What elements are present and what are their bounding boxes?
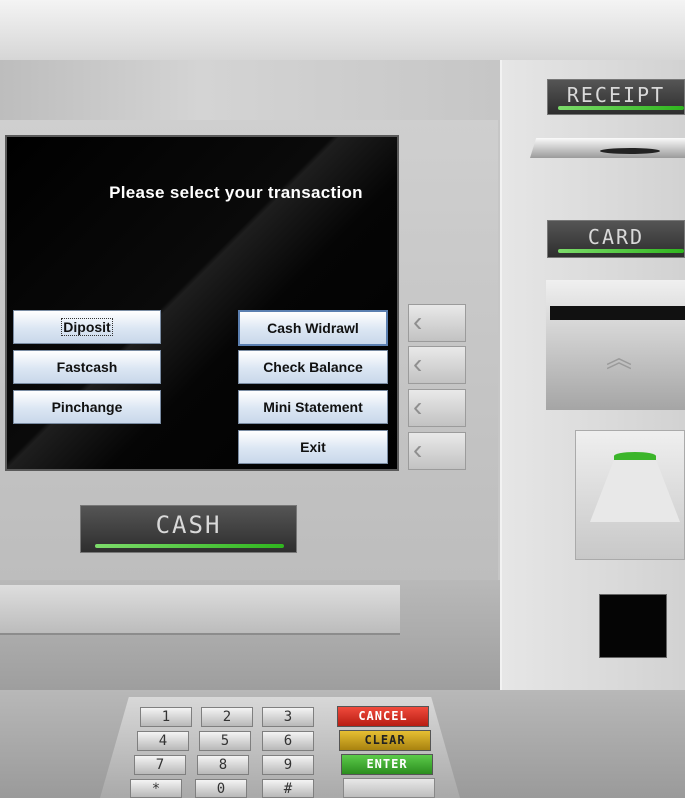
side-key-3[interactable]: ‹ <box>408 389 466 427</box>
key-3[interactable]: 3 <box>262 707 314 727</box>
cash-withdrawal-button[interactable]: Cash Widrawl <box>238 310 388 346</box>
cash-dispenser-plate: CASH <box>80 505 297 553</box>
receipt-plate: RECEIPT <box>547 79 685 115</box>
side-key-2[interactable]: ‹ <box>408 346 466 384</box>
chevron-left-icon: ‹ <box>413 391 423 422</box>
pinchange-button[interactable]: Pinchange <box>13 390 161 424</box>
key-9[interactable]: 9 <box>262 755 314 775</box>
chevron-left-icon: ‹ <box>413 434 423 465</box>
check-balance-button[interactable]: Check Balance <box>238 350 388 384</box>
chevron-up-icon: ︽ <box>606 343 633 373</box>
cash-led <box>95 544 284 548</box>
key-0[interactable]: 0 <box>195 779 247 798</box>
enter-key[interactable]: ENTER <box>341 754 433 775</box>
side-key-1[interactable]: ‹ <box>408 304 466 342</box>
deposit-button[interactable]: Diposit <box>13 310 161 344</box>
card-slot[interactable] <box>550 306 685 320</box>
beacon-led <box>614 452 656 460</box>
key-1[interactable]: 1 <box>140 707 192 727</box>
key-4[interactable]: 4 <box>137 731 189 751</box>
exit-button[interactable]: Exit <box>238 430 388 464</box>
chevron-left-icon: ‹ <box>413 306 423 337</box>
key-5[interactable]: 5 <box>199 731 251 751</box>
key-star[interactable]: * <box>130 779 182 798</box>
receipt-opening <box>600 148 660 154</box>
blank-key[interactable] <box>343 778 435 798</box>
fastcash-button[interactable]: Fastcash <box>13 350 161 384</box>
mini-statement-button[interactable]: Mini Statement <box>238 390 388 424</box>
chevron-left-icon: ‹ <box>413 348 423 379</box>
clear-key[interactable]: CLEAR <box>339 730 431 751</box>
camera-window <box>599 594 667 658</box>
ledge-shelf <box>0 585 400 635</box>
key-6[interactable]: 6 <box>262 731 314 751</box>
transaction-prompt: Please select your transaction <box>109 183 363 202</box>
atm-top-band <box>0 0 685 60</box>
cash-label: CASH <box>155 511 222 539</box>
key-hash[interactable]: # <box>262 779 314 798</box>
key-2[interactable]: 2 <box>201 707 253 727</box>
key-8[interactable]: 8 <box>197 755 249 775</box>
cancel-key[interactable]: CANCEL <box>337 706 429 727</box>
receipt-label: RECEIPT <box>566 83 666 107</box>
card-plate: CARD <box>547 220 685 258</box>
key-7[interactable]: 7 <box>134 755 186 775</box>
side-key-4[interactable]: ‹ <box>408 432 466 470</box>
